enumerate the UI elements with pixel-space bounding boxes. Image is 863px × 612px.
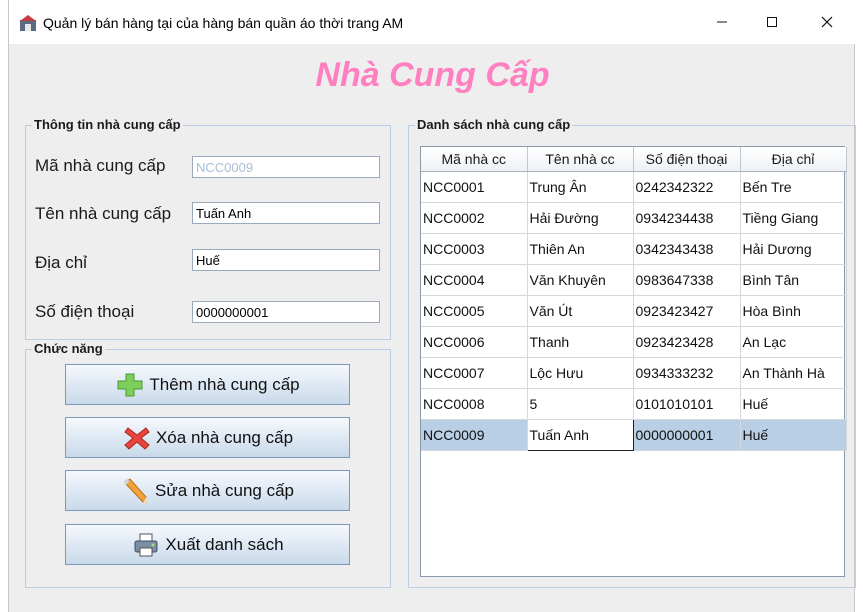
- phone-label: Số điện thoại: [35, 302, 135, 321]
- edit-supplier-button[interactable]: Sửa nhà cung cấp: [65, 470, 350, 511]
- cell-phone[interactable]: 0342343438: [633, 233, 741, 265]
- page-title: Nhà Cung Cấp: [315, 56, 550, 94]
- cell-supplier-name[interactable]: Tuấn Anh: [526, 418, 634, 451]
- export-list-label: Xuất danh sách: [165, 534, 284, 554]
- close-button[interactable]: [804, 0, 850, 44]
- cell-supplier-id[interactable]: NCC0008: [421, 388, 528, 420]
- window-title: Quản lý bán hàng tại của hàng bán quần á…: [43, 15, 404, 31]
- cell-phone[interactable]: 0242342322: [633, 171, 741, 203]
- add-supplier-label: Thêm nhà cung cấp: [149, 374, 300, 394]
- cell-address[interactable]: Bến Tre: [740, 171, 847, 203]
- supplier-id-label: Mã nhà cung cấp: [35, 156, 166, 175]
- cell-supplier-id[interactable]: NCC0006: [421, 326, 528, 358]
- supplier-id-field[interactable]: NCC0009: [192, 156, 380, 178]
- column-header-id[interactable]: Mã nhà cc: [421, 147, 528, 172]
- supplier-table-scrollpane[interactable]: Mã nhà cc Tên nhà cc Số điện thoại Địa c…: [420, 146, 847, 577]
- cell-phone[interactable]: 0923423427: [633, 295, 741, 327]
- address-label: Địa chỉ: [35, 253, 87, 272]
- cell-phone[interactable]: 0923423428: [633, 326, 741, 358]
- export-list-button[interactable]: Xuất danh sách: [65, 524, 350, 565]
- table-row[interactable]: NCC0002 Hải Đường 0934234438 Tiềng Giang: [421, 202, 847, 234]
- cell-supplier-name[interactable]: Văn Khuyên: [527, 264, 634, 296]
- cell-supplier-name[interactable]: Hải Đường: [527, 202, 634, 234]
- supplier-info-legend: Thông tin nhà cung cấp: [32, 117, 183, 132]
- cell-address[interactable]: Hòa Bình: [740, 295, 847, 327]
- delete-supplier-label: Xóa nhà cung cấp: [155, 427, 294, 447]
- title-bar[interactable]: Quản lý bán hàng tại của hàng bán quần á…: [9, 0, 856, 44]
- table-row[interactable]: NCC0001 Trung Ân 0242342322 Bến Tre: [421, 171, 847, 203]
- table-row[interactable]: NCC0009 Tuấn Anh 0000000001 Huế: [421, 418, 847, 451]
- minimize-icon: [717, 21, 727, 23]
- minimize-button[interactable]: [699, 0, 745, 44]
- supplier-list-legend: Danh sách nhà cung cấp: [415, 117, 573, 132]
- maximize-button[interactable]: [749, 0, 795, 44]
- table-row[interactable]: NCC0004 Văn Khuyên 0983647338 Bình Tân: [421, 264, 847, 296]
- supplier-table[interactable]: Mã nhà cc Tên nhà cc Số điện thoại Địa c…: [421, 147, 847, 451]
- cell-phone[interactable]: 0934333232: [633, 357, 741, 389]
- table-body: NCC0001 Trung Ân 0242342322 Bến Tre NCC0002 H…: [421, 171, 847, 451]
- java-app-icon: [20, 15, 36, 31]
- cell-address[interactable]: An Thành Hà: [740, 357, 847, 389]
- table-row[interactable]: NCC0003 Thiên An 0342343438 Hải Dương: [421, 233, 847, 265]
- cell-address[interactable]: Hải Dương: [740, 233, 847, 265]
- column-header-address[interactable]: Địa chỉ: [740, 147, 847, 172]
- delete-supplier-button[interactable]: Xóa nhà cung cấp: [65, 417, 350, 458]
- cell-supplier-name[interactable]: 5: [527, 388, 634, 420]
- cell-phone[interactable]: 0934234438: [633, 202, 741, 234]
- cell-supplier-name[interactable]: Văn Út: [527, 295, 634, 327]
- supplier-info-group: Thông tin nhà cung cấp Mã nhà cung cấp N…: [25, 117, 391, 340]
- cell-phone[interactable]: 0983647338: [633, 264, 741, 296]
- cell-address[interactable]: Huế: [740, 388, 847, 420]
- supplier-name-field[interactable]: Tuấn Anh: [192, 202, 380, 224]
- table-header-row: Mã nhà cc Tên nhà cc Số điện thoại Địa c…: [421, 147, 847, 172]
- address-field[interactable]: Huế: [192, 249, 380, 271]
- cell-address[interactable]: Huế: [740, 419, 847, 451]
- cell-supplier-id[interactable]: NCC0007: [421, 357, 528, 389]
- maximize-icon: [767, 17, 777, 27]
- table-row[interactable]: NCC0006 Thanh 0923423428 An Lạc: [421, 326, 847, 358]
- cell-address[interactable]: Bình Tân: [740, 264, 847, 296]
- cell-address[interactable]: Tiềng Giang: [740, 202, 847, 234]
- printer-icon: [134, 533, 158, 556]
- cell-supplier-name[interactable]: Thanh: [527, 326, 634, 358]
- table-row[interactable]: NCC0005 Văn Út 0923423427 Hòa Bình: [421, 295, 847, 327]
- edit-supplier-label: Sửa nhà cung cấp: [155, 480, 294, 500]
- functions-legend: Chức năng: [32, 341, 105, 356]
- cell-supplier-id[interactable]: NCC0003: [421, 233, 528, 265]
- cell-supplier-name[interactable]: Trung Ân: [527, 171, 634, 203]
- pencil-edit-icon: [123, 477, 148, 504]
- cell-phone[interactable]: 0101010101: [633, 388, 741, 420]
- column-header-name[interactable]: Tên nhà cc: [527, 147, 634, 172]
- cell-supplier-name[interactable]: Lộc Hưu: [527, 357, 634, 389]
- cell-phone[interactable]: 0000000001: [633, 419, 741, 451]
- phone-field[interactable]: 0000000001: [192, 301, 380, 323]
- functions-group: Chức năng Thêm nhà cung cấp Xóa nhà cung…: [25, 341, 391, 588]
- plus-icon: [117, 373, 143, 396]
- delete-x-icon: [124, 426, 150, 450]
- supplier-name-label: Tên nhà cung cấp: [35, 204, 172, 223]
- column-header-phone[interactable]: Số điện thoại: [633, 147, 741, 172]
- cell-supplier-name[interactable]: Thiên An: [527, 233, 634, 265]
- supplier-list-group: Danh sách nhà cung cấp Mã nhà cc Tên nhà…: [408, 117, 856, 588]
- cell-address[interactable]: An Lạc: [740, 326, 847, 358]
- cell-supplier-id[interactable]: NCC0005: [421, 295, 528, 327]
- cell-supplier-id[interactable]: NCC0002: [421, 202, 528, 234]
- table-row[interactable]: NCC0008 5 0101010101 Huế: [421, 388, 847, 420]
- cell-supplier-id[interactable]: NCC0001: [421, 171, 528, 203]
- close-icon: [821, 16, 833, 28]
- add-supplier-button[interactable]: Thêm nhà cung cấp: [65, 364, 350, 405]
- table-row[interactable]: NCC0007 Lộc Hưu 0934333232 An Thành Hà: [421, 357, 847, 389]
- cell-supplier-id[interactable]: NCC0009: [421, 419, 528, 451]
- cell-supplier-id[interactable]: NCC0004: [421, 264, 528, 296]
- app-window: Quản lý bán hàng tại của hàng bán quần á…: [8, 0, 856, 612]
